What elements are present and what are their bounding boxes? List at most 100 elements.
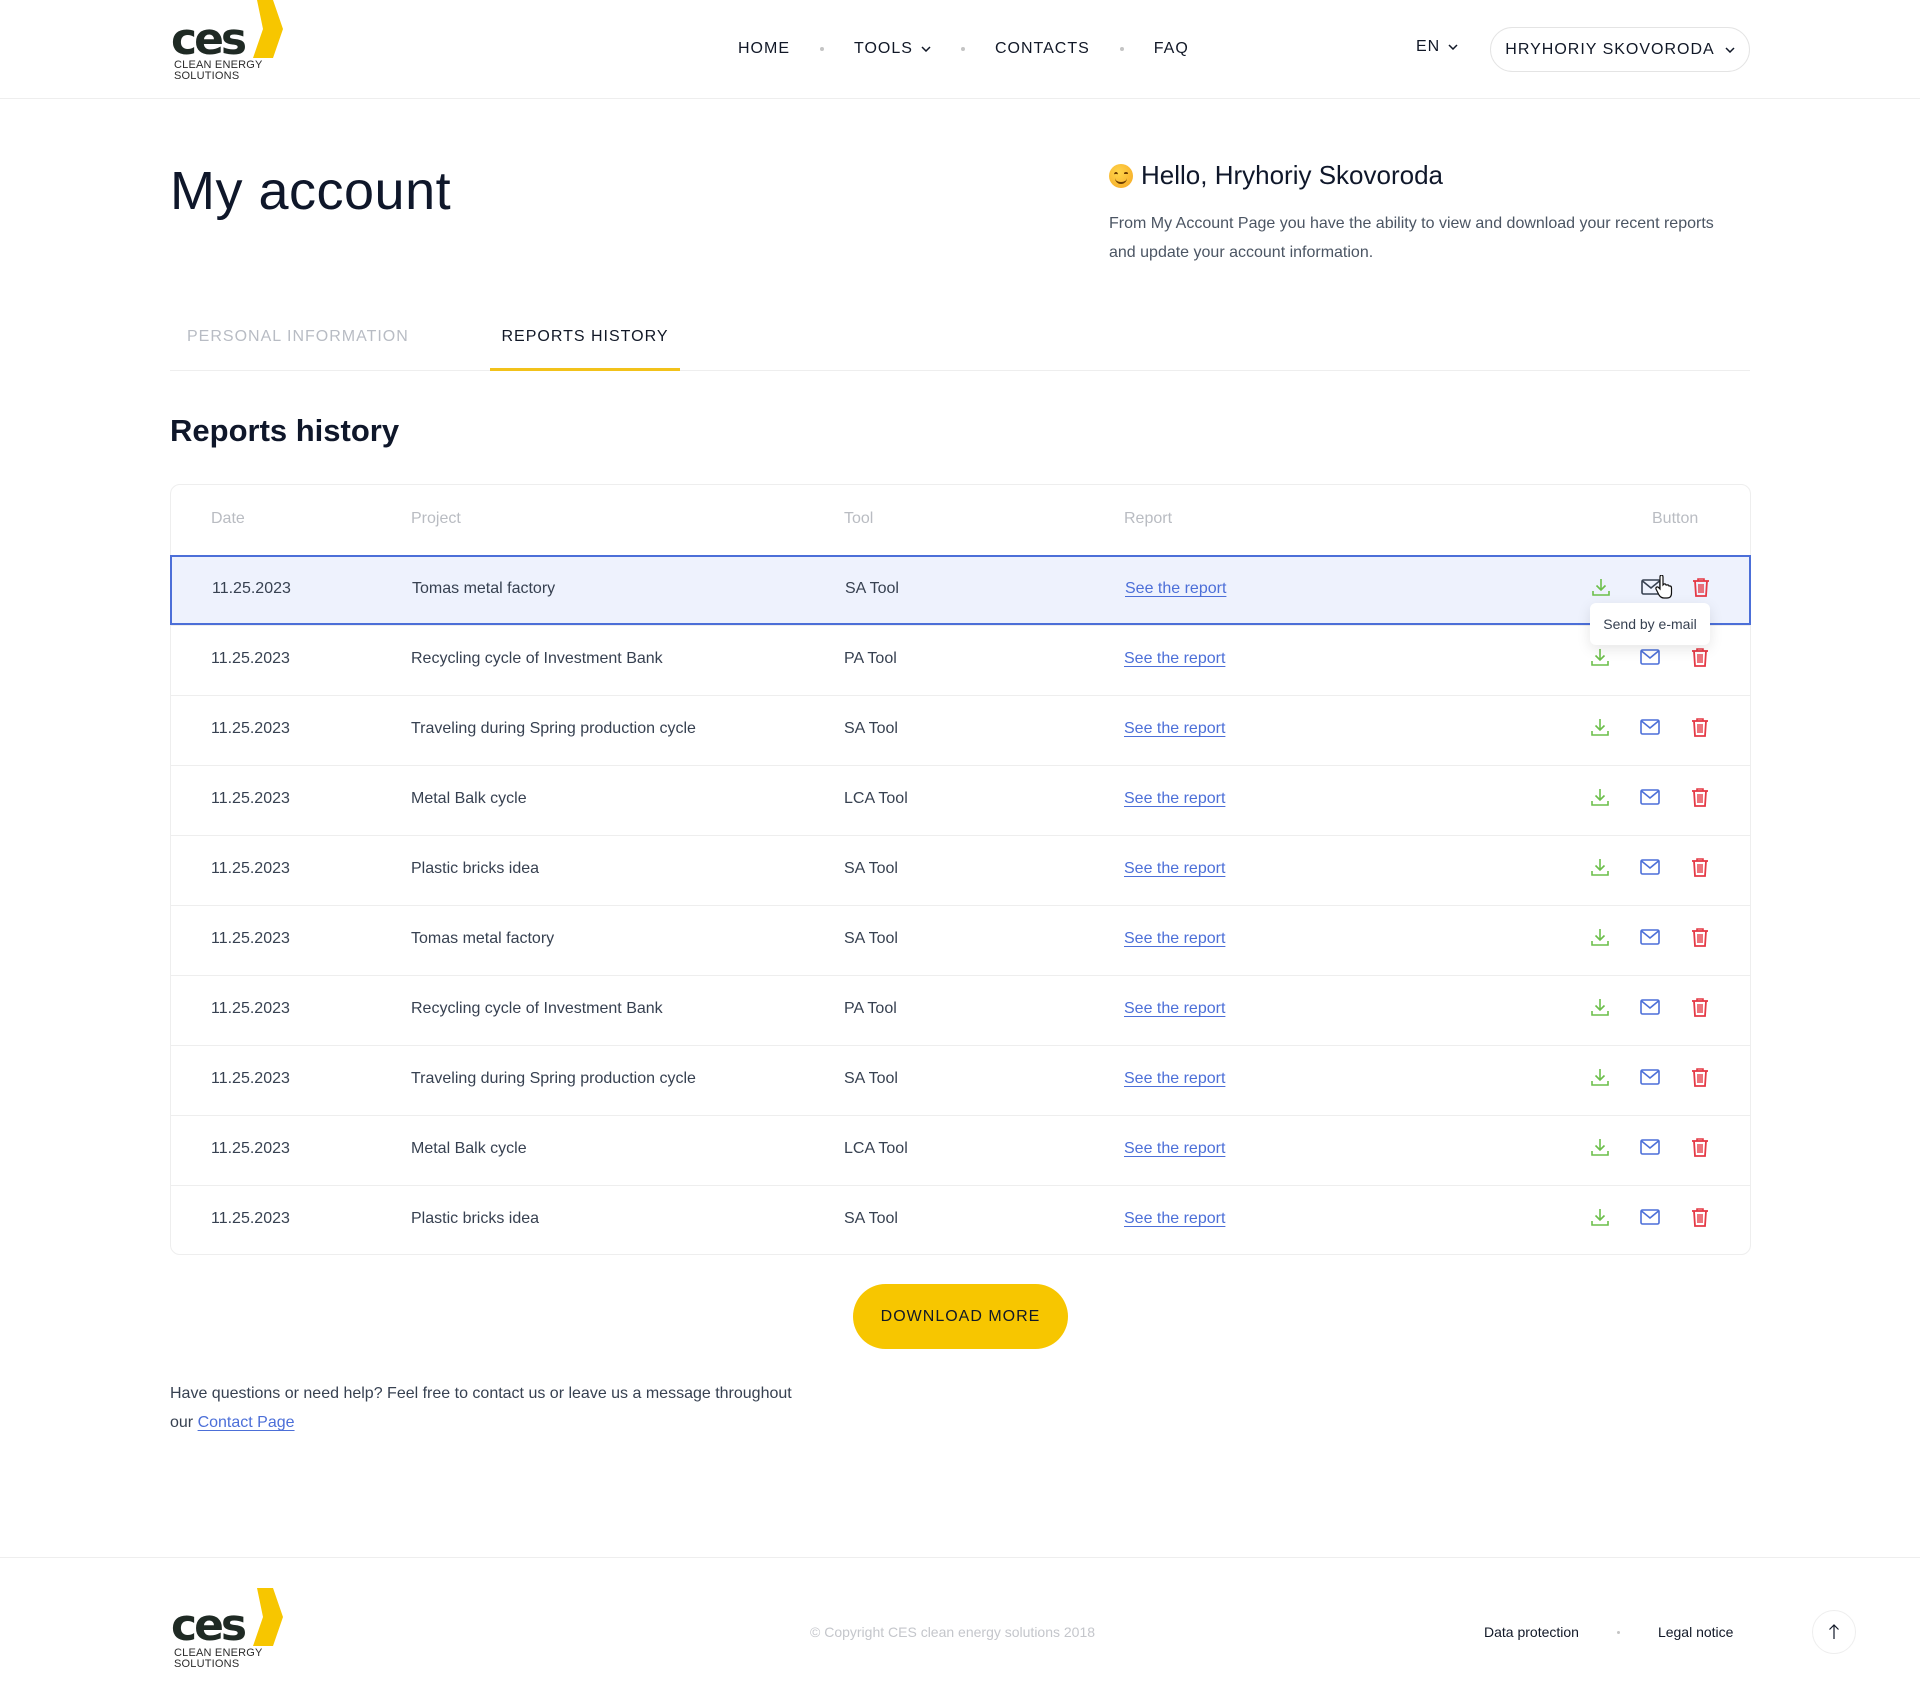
delete-report-button[interactable] [1689,857,1711,882]
table-row[interactable]: 11.25.2023 Tomas metal factory SA Tool See … [171,905,1750,975]
nav-faq[interactable]: FAQ [1154,40,1189,58]
download-report-button[interactable] [1589,718,1611,740]
cell-project: Traveling during Spring production cycle [411,1070,696,1087]
table-row[interactable]: 11.25.2023 Metal Balk cycle LCA Tool See th… [171,765,1750,835]
see-report-link[interactable]: See the report [1125,580,1226,598]
table-row[interactable]: 11.25.2023 Recycling cycle of Investment … [171,975,1750,1045]
download-report-button[interactable] [1589,788,1611,810]
cell-tool: SA Tool [844,1210,898,1227]
cell-tool: PA Tool [844,650,897,667]
mail-icon [1640,718,1660,740]
tab-reports-history[interactable]: REPORTS HISTORY [490,320,680,371]
mail-icon [1640,1208,1660,1230]
trash-icon [1691,857,1709,882]
send-email-button[interactable] [1639,718,1661,740]
intro-text: From My Account Page you have the abilit… [1109,215,1714,261]
nav-contacts[interactable]: CONTACTS [995,40,1090,58]
see-report-link[interactable]: See the report [1124,860,1225,878]
mail-icon [1640,788,1660,810]
table-row[interactable]: 11.25.2023 Plastic bricks idea SA Tool See … [171,835,1750,905]
delete-report-button[interactable] [1689,787,1711,812]
row-actions [1589,927,1711,952]
delete-report-button[interactable] [1689,717,1711,740]
see-report-link[interactable]: See the report [1124,930,1225,948]
nav-tools[interactable]: TOOLS [854,40,931,58]
download-report-button[interactable] [1589,1138,1611,1160]
send-email-button[interactable] [1639,648,1661,670]
language-selector[interactable]: EN [1416,38,1458,56]
download-icon [1590,787,1610,812]
download-report-button[interactable] [1590,578,1612,600]
copyright-text: © Copyright CES clean energy solutions 2… [810,1624,1096,1640]
tab-personal-information[interactable]: PERSONAL INFORMATION [187,320,409,371]
user-menu-button[interactable]: HRYHORIY SKOVORODA [1490,27,1750,72]
see-report-link[interactable]: See the report [1124,720,1225,738]
see-report-link[interactable]: See the report [1124,1140,1225,1158]
cell-tool: SA Tool [844,860,898,877]
row-actions [1589,1137,1711,1162]
cell-date: 11.25.2023 [211,650,290,667]
logo-subtitle: CLEAN ENERGY SOLUTIONS [174,1647,263,1670]
table-row[interactable]: 11.25.2023 Plastic bricks idea SA Tool See … [171,1185,1750,1255]
contact-page-link[interactable]: Contact Page [198,1414,295,1431]
send-email-button[interactable] [1639,998,1661,1020]
delete-report-button[interactable] [1689,997,1711,1020]
trash-icon [1691,1137,1709,1162]
download-report-button[interactable] [1589,1208,1611,1230]
send-email-button[interactable] [1639,1138,1661,1160]
send-email-button[interactable] [1639,928,1661,950]
legal-notice-link[interactable]: Legal notice [1658,1624,1734,1640]
delete-report-button[interactable] [1689,1067,1711,1090]
delete-report-button[interactable] [1689,1207,1711,1230]
data-protection-link[interactable]: Data protection [1484,1624,1579,1640]
greeting: Hello, Hryhoriy Skovoroda [1109,160,1443,191]
ces-logo[interactable]: ces CLEAN ENERGY SOLUTIONS [171,0,283,86]
send-email-button[interactable] [1639,1208,1661,1230]
download-icon [1590,1207,1610,1232]
table-header: Date Project Tool Report Button [171,485,1750,555]
table-row[interactable]: 11.25.2023 Metal Balk cycle LCA Tool See th… [171,1115,1750,1185]
see-report-link[interactable]: See the report [1124,650,1225,668]
send-email-button[interactable] [1639,1068,1661,1090]
download-report-button[interactable] [1589,648,1611,670]
table-row[interactable]: 11.25.2023 Traveling during Spring produc… [171,695,1750,765]
see-report-link[interactable]: See the report [1124,1070,1225,1088]
nav-home[interactable]: HOME [738,40,790,58]
logo-subtitle: CLEAN ENERGY SOLUTIONS [174,59,263,82]
logo-wordmark: ces [171,1600,247,1651]
logo-wordmark: ces [171,14,247,65]
mail-icon [1640,648,1660,670]
table-row[interactable]: 11.25.2023 Traveling during Spring produc… [171,1045,1750,1115]
cell-project: Plastic bricks idea [411,1210,540,1227]
download-icon [1591,577,1611,602]
delete-report-button[interactable] [1690,577,1712,600]
see-report-link[interactable]: See the report [1124,790,1225,808]
delete-report-button[interactable] [1689,927,1711,952]
column-header-tool: Tool [844,510,874,527]
scroll-to-top-button[interactable] [1812,1610,1856,1654]
row-actions [1589,717,1711,740]
table-row[interactable]: 11.25.2023 Recycling cycle of Investment … [171,625,1750,695]
trash-icon [1691,927,1709,952]
trash-icon [1691,787,1709,812]
chevron-down-icon [921,46,931,52]
download-report-button[interactable] [1589,1068,1611,1090]
cell-project: Recycling cycle of Investment Bank [411,650,663,667]
see-report-link[interactable]: See the report [1124,1210,1225,1228]
row-actions [1589,787,1711,812]
send-email-button[interactable] [1639,788,1661,810]
delete-report-button[interactable] [1689,647,1711,670]
table-row[interactable]: 11.25.2023 Tomas metal factory SA Tool See … [170,555,1751,625]
download-report-button[interactable] [1589,998,1611,1020]
hand-cursor-icon [1655,574,1673,604]
ces-logo[interactable]: ces CLEAN ENERGY SOLUTIONS [171,1588,283,1674]
download-more-button[interactable]: DOWNLOAD MORE [853,1284,1068,1349]
download-report-button[interactable] [1589,928,1611,950]
download-report-button[interactable] [1589,858,1611,880]
send-email-button[interactable] [1639,858,1661,880]
cell-project: Metal Balk cycle [411,1140,527,1157]
cell-date: 11.25.2023 [211,930,290,947]
cell-project: Recycling cycle of Investment Bank [411,1000,663,1017]
delete-report-button[interactable] [1689,1137,1711,1162]
see-report-link[interactable]: See the report [1124,1000,1225,1018]
